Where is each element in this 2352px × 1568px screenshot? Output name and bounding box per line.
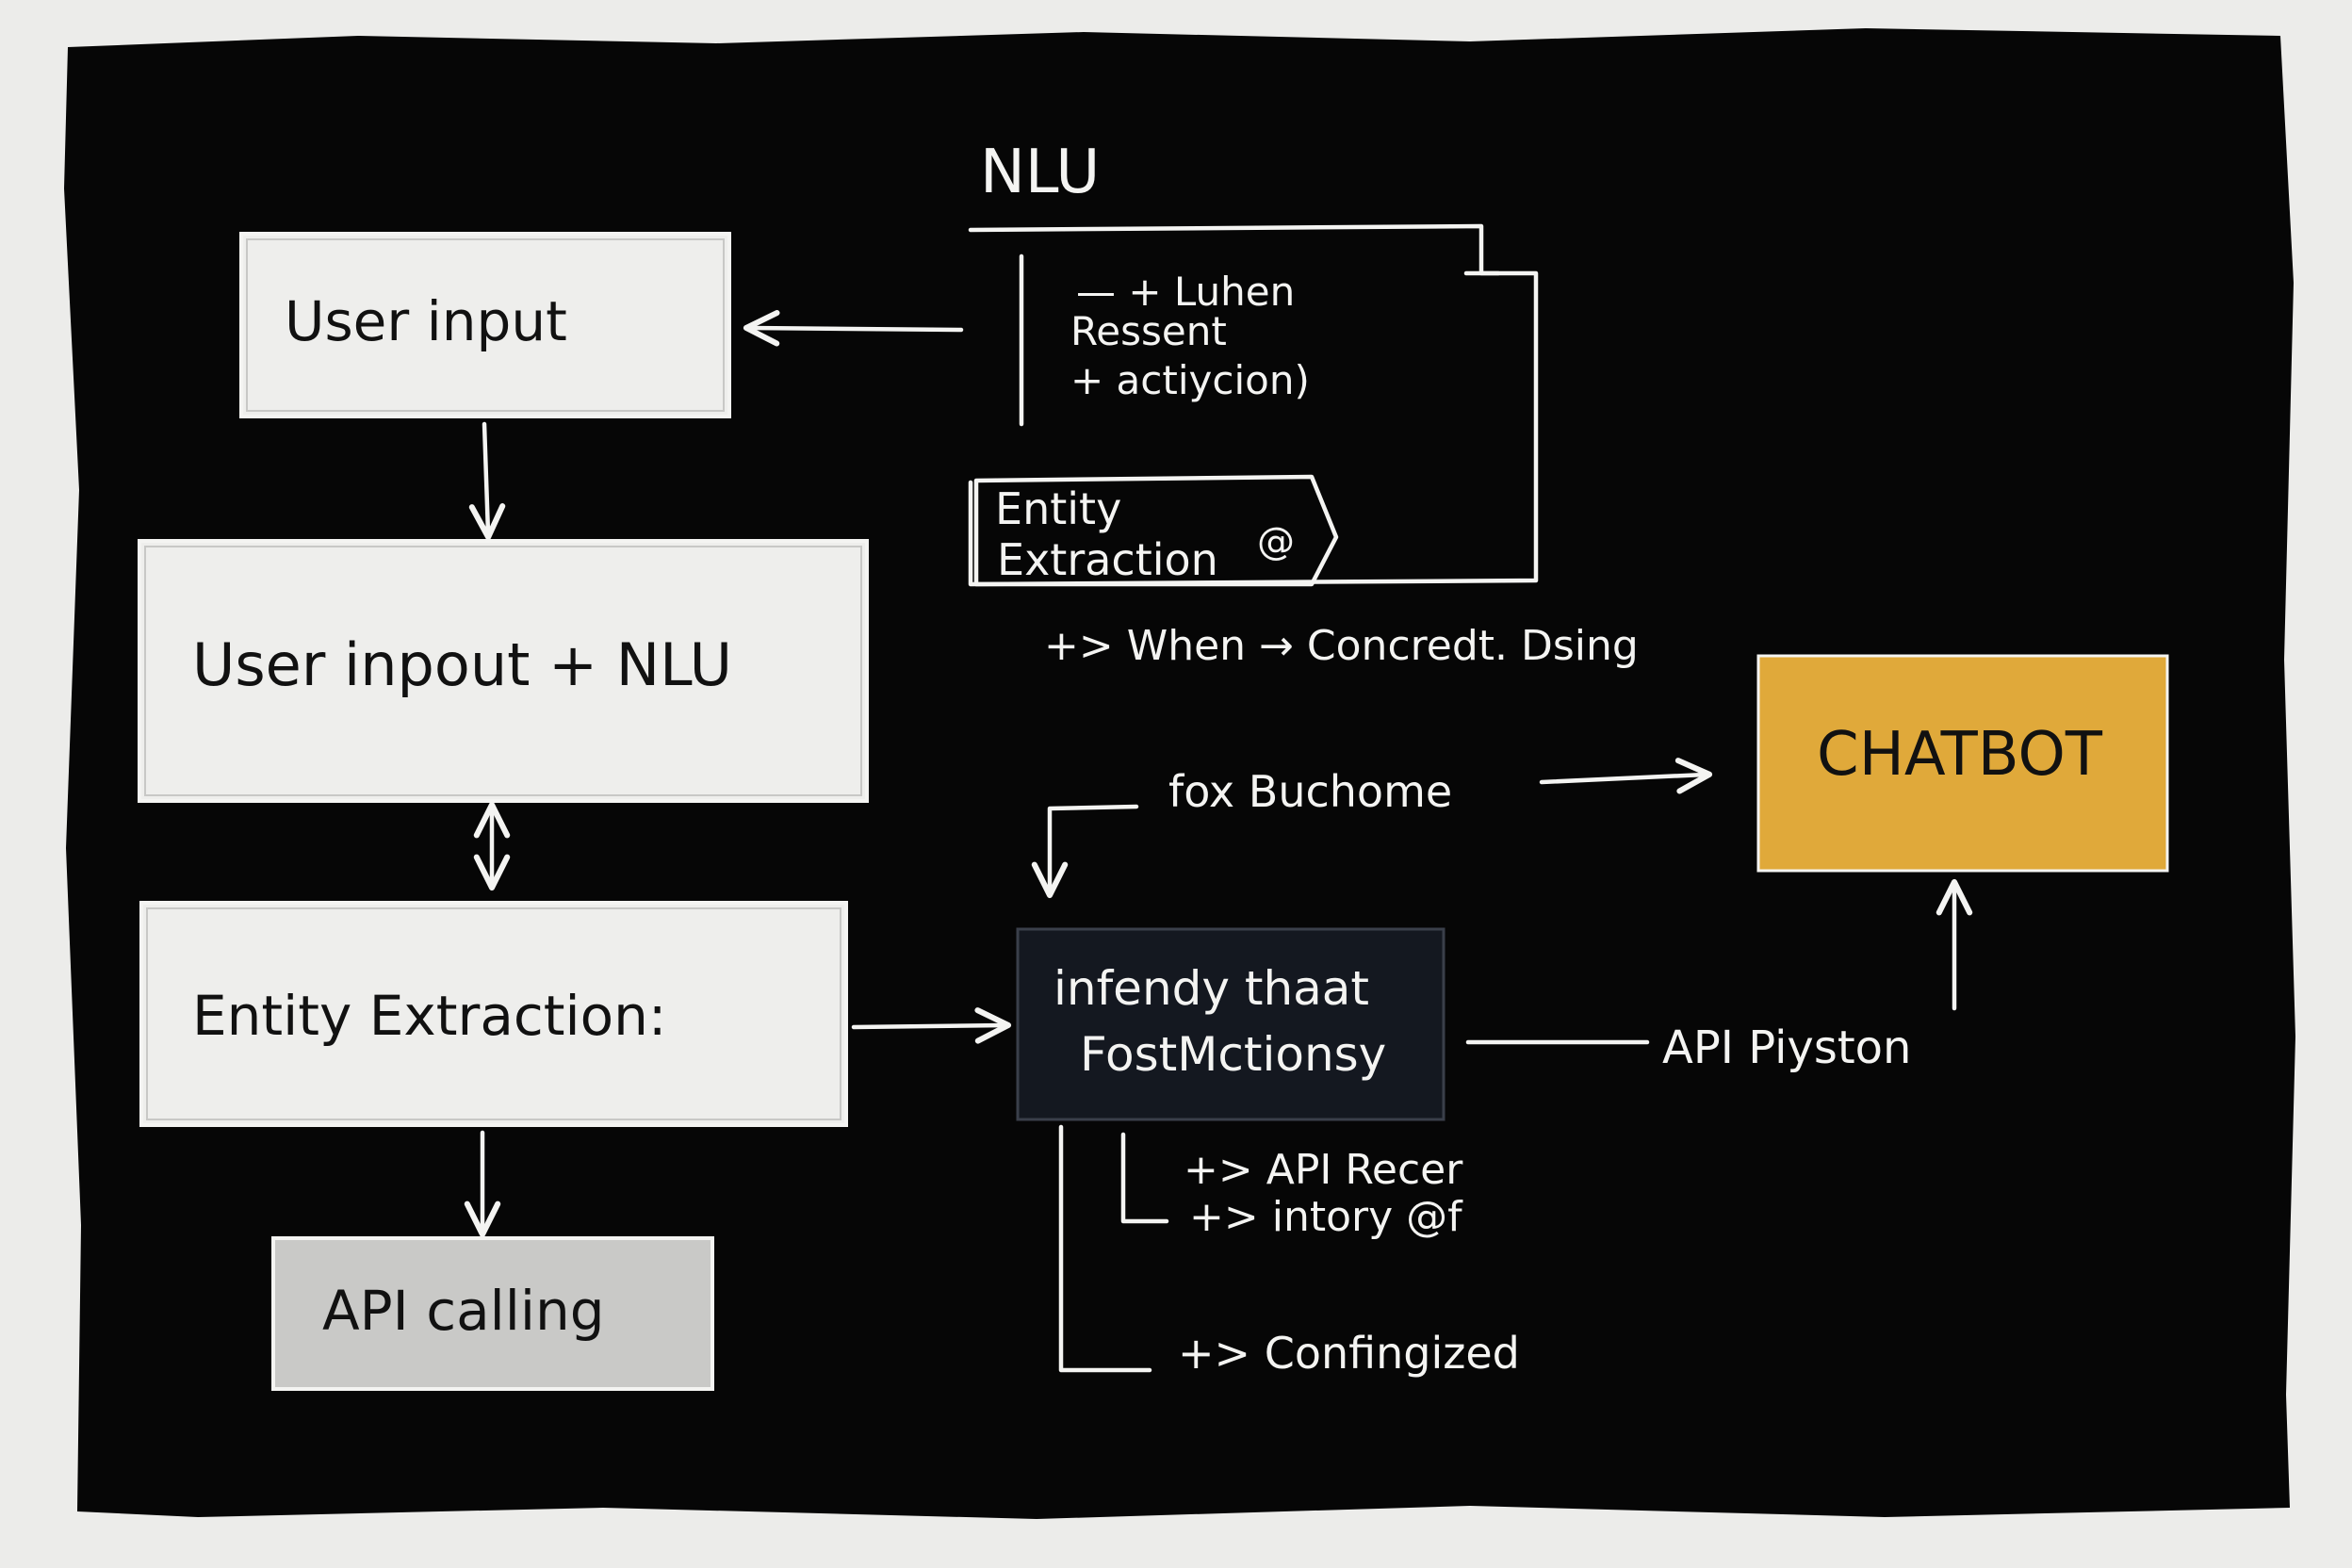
entity-extraction-box: Entity Extraction: <box>139 901 848 1127</box>
chatbot-label: CHATBOT <box>1817 720 2103 790</box>
branch-intory: +> intory @f <box>1189 1193 1463 1241</box>
branch-confingized: +> Confingized <box>1178 1328 1520 1379</box>
entity-tag-line2: Extraction <box>997 534 1218 585</box>
api-calling-box: API calling <box>271 1236 714 1391</box>
diagram-canvas: User input User inpout + NLU Entity Extr… <box>64 28 2295 1519</box>
nlu-note-line3: + actiycion) <box>1070 357 1310 403</box>
arrow-nlu-to-user-input <box>743 310 964 347</box>
entity-tag-line1: Entity <box>995 483 1121 534</box>
api-piyston-label: API Piyston <box>1662 1021 1911 1074</box>
user-input-label: User input <box>285 289 567 353</box>
when-line: +> When → Concredt. Dsing <box>1044 622 1639 670</box>
user-input-nlu-label: User inpout + NLU <box>192 630 732 699</box>
arrow-entity-to-node <box>851 1007 1012 1044</box>
intent-node-line2: FostMctionsy <box>1080 1027 1386 1082</box>
nlu-title: NLU <box>980 138 1100 207</box>
user-input-nlu-box: User inpout + NLU <box>138 539 869 803</box>
fox-buchome-label: fox Buchome <box>1168 766 1452 817</box>
branch-api-recer: +> API Recer <box>1184 1146 1463 1194</box>
intent-node-line1: infendy thaat <box>1054 961 1369 1016</box>
entity-tag-mark: @ <box>1257 520 1295 564</box>
user-input-box: User input <box>239 232 731 418</box>
nlu-note-line2: Ressent <box>1070 308 1227 354</box>
entity-extraction-label: Entity Extraction: <box>192 984 666 1048</box>
api-calling-label: API calling <box>322 1279 605 1343</box>
intent-node-box: infendy thaat FostMctionsy <box>1016 927 1446 1121</box>
chatbot-box: CHATBOT <box>1756 654 2169 873</box>
